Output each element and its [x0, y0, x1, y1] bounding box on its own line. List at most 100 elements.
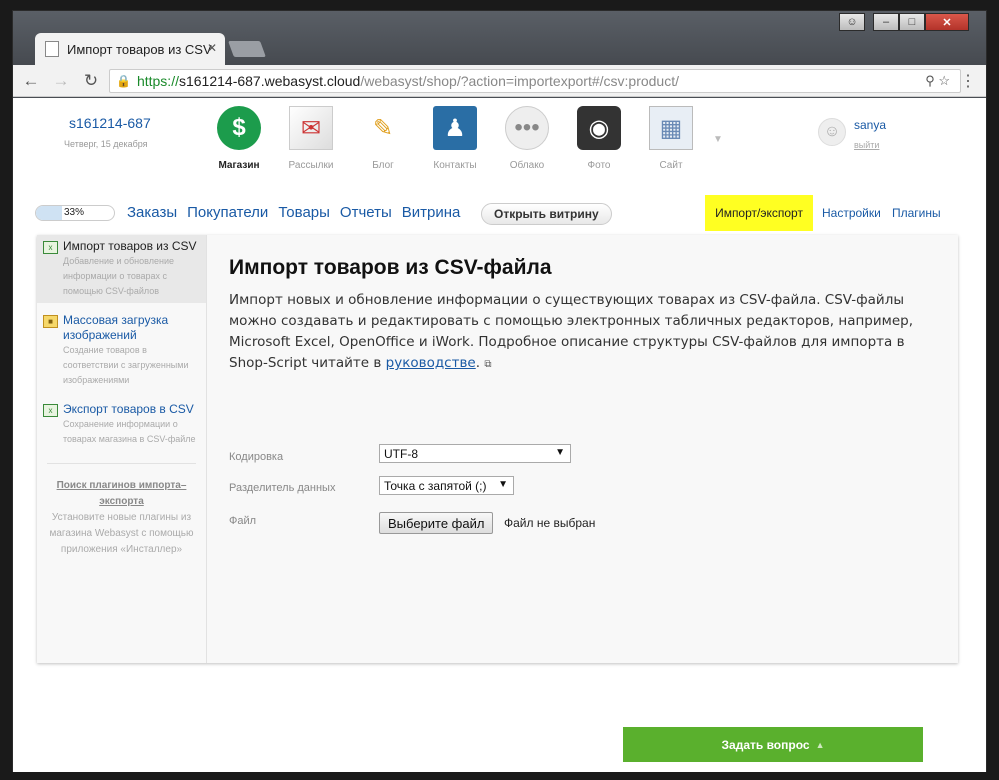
encoding-label: Кодировка: [229, 451, 284, 463]
url-scheme: https://: [136, 73, 179, 89]
plugin-search-text: Установите новые плагины из магазина Web…: [49, 512, 194, 555]
page-description: Импорт новых и обновление информации о с…: [229, 290, 929, 375]
app-mailer[interactable]: ✉ Рассылки: [275, 106, 347, 171]
open-storefront-button[interactable]: Открыть витрину: [481, 203, 612, 225]
back-icon[interactable]: ←: [19, 71, 43, 91]
sidebar-item-csv-export[interactable]: x Экспорт товаров в CSV Сохранение инфор…: [37, 398, 206, 451]
ask-question-label: Задать вопрос: [721, 737, 810, 752]
separator-select[interactable]: Точка с запятой (;) ▼: [379, 476, 514, 495]
file-status: Файл не выбран: [504, 516, 596, 530]
sidebar-item-title: Массовая загрузка изображений: [63, 313, 169, 342]
sidebar-item-title: Импорт товаров из CSV: [63, 239, 197, 253]
dollar-icon: $: [217, 106, 261, 150]
app-label: Рассылки: [288, 160, 334, 171]
external-link-icon: ⧉: [484, 359, 492, 370]
sidebar-item-desc: Добавление и обновление информации о тов…: [63, 256, 174, 296]
app-contacts[interactable]: ♟ Контакты: [419, 106, 491, 171]
ask-question-button[interactable]: Задать вопрос ▲: [623, 727, 923, 762]
sidebar-divider: [47, 463, 196, 464]
address-bar[interactable]: 🔒 https://s161214-687.webasyst.cloud/web…: [109, 69, 961, 93]
file-label: Файл: [229, 515, 257, 527]
images-icon: ■: [43, 315, 58, 328]
avatar[interactable]: ☺: [818, 118, 846, 146]
sidebar-item-desc: Создание товаров в соответствии с загруж…: [63, 345, 189, 385]
sidebar-item-desc: Сохранение информации о товарах магазина…: [63, 419, 196, 444]
app-label: Контакты: [433, 160, 477, 171]
bookmark-star-icon[interactable]: ⚲ ☆: [925, 73, 950, 89]
settings-link[interactable]: Настройки: [822, 206, 881, 220]
nav-reports[interactable]: Отчеты: [340, 204, 392, 221]
app-blog[interactable]: ✎ Блог: [347, 106, 419, 172]
close-window-icon[interactable]: ✕: [925, 13, 969, 31]
main-nav: Заказы Покупатели Товары Отчеты Витрина: [127, 204, 460, 221]
app-bar: $ Магазин ✉ Рассылки ✎ Блог ♟ Контакты •…: [203, 106, 707, 171]
nav-storefront[interactable]: Витрина: [402, 204, 461, 221]
more-apps-chevron-icon[interactable]: ▼: [713, 134, 723, 145]
browser-menu-icon[interactable]: ⋮: [960, 71, 976, 91]
profile-icon[interactable]: ☺: [839, 13, 865, 31]
app-label: Фото: [587, 160, 611, 171]
url-path: /webasyst/shop/?action=importexport#/csv…: [360, 73, 679, 89]
dropdown-arrow-icon: ▼: [498, 479, 508, 490]
encoding-select[interactable]: UTF-8 ▼: [379, 444, 571, 463]
cloud-icon: •••: [505, 106, 549, 150]
sidebar-item-csv-import[interactable]: x Импорт товаров из CSV Добавление и обн…: [37, 235, 206, 303]
title-bar: ☺ – □ ✕ Импорт товаров из CSV ✕: [13, 11, 986, 65]
camera-icon: ◉: [577, 106, 621, 150]
current-date: Четверг, 15 декабря: [64, 139, 148, 149]
mailer-icon: ✉: [289, 106, 333, 150]
sidebar-item-image-upload[interactable]: ■ Массовая загрузка изображений Создание…: [37, 309, 206, 392]
contacts-icon: ♟: [433, 106, 477, 150]
import-export-sidebar: x Импорт товаров из CSV Добавление и обн…: [37, 235, 207, 663]
pencil-icon: ✎: [372, 114, 394, 142]
nav-customers[interactable]: Покупатели: [187, 204, 268, 221]
tab-title: Импорт товаров из CSV: [67, 41, 212, 57]
app-shop[interactable]: $ Магазин: [203, 106, 275, 171]
csv-file-icon: x: [43, 241, 58, 254]
user-name[interactable]: sanya: [854, 118, 886, 132]
import-export-tab[interactable]: Импорт/экспорт: [705, 195, 813, 231]
screen: ☺ – □ ✕ Импорт товаров из CSV ✕ ← → ↻ 🔒 …: [0, 0, 999, 780]
nav-orders[interactable]: Заказы: [127, 204, 177, 221]
tab-close-icon[interactable]: ✕: [207, 41, 217, 55]
chevron-up-icon: ▲: [815, 739, 825, 750]
plugin-search-link[interactable]: Поиск плагинов импорта–экспорта: [47, 478, 196, 510]
nav-products[interactable]: Товары: [278, 204, 330, 221]
setup-progress-bar[interactable]: 33%: [35, 205, 115, 221]
page-favicon-icon: [45, 41, 59, 57]
reload-icon[interactable]: ↻: [79, 71, 103, 91]
maximize-icon[interactable]: □: [899, 13, 925, 31]
logout-link[interactable]: выйти: [854, 140, 879, 150]
page-title: Импорт товаров из CSV-файла: [229, 256, 552, 279]
shop-name[interactable]: s161214-687: [69, 115, 151, 131]
app-cloud[interactable]: ••• Облако: [491, 106, 563, 171]
new-tab-button[interactable]: [228, 41, 266, 57]
app-label: Сайт: [659, 160, 683, 171]
site-icon: ▦: [649, 106, 693, 150]
app-label: Блог: [372, 160, 394, 171]
dropdown-arrow-icon: ▼: [555, 447, 565, 458]
forward-icon[interactable]: →: [49, 71, 73, 91]
url-host: s161214-687.webasyst.cloud: [178, 73, 361, 89]
lock-icon: 🔒: [116, 74, 131, 88]
plugins-link[interactable]: Плагины: [892, 206, 941, 220]
choose-file-button[interactable]: Выберите файл: [379, 512, 494, 534]
browser-window: ☺ – □ ✕ Импорт товаров из CSV ✕ ← → ↻ 🔒 …: [12, 10, 987, 772]
app-site[interactable]: ▦ Сайт: [635, 106, 707, 171]
plugin-search-block: Поиск плагинов импорта–экспорта Установи…: [37, 478, 206, 558]
browser-tab[interactable]: Импорт товаров из CSV ✕: [35, 33, 225, 65]
csv-file-icon: x: [43, 404, 58, 417]
manual-link[interactable]: руководстве: [386, 355, 476, 371]
content-card: x Импорт товаров из CSV Добавление и обн…: [37, 235, 958, 663]
webasyst-page: s161214-687 Четверг, 15 декабря $ Магази…: [13, 98, 986, 772]
sidebar-item-title: Экспорт товаров в CSV: [63, 402, 194, 416]
progress-fill: [36, 206, 62, 220]
separator-label: Разделитель данных: [229, 482, 336, 494]
encoding-value: UTF-8: [384, 446, 418, 461]
browser-toolbar: ← → ↻ 🔒 https://s161214-687.webasyst.clo…: [13, 65, 986, 97]
app-photos[interactable]: ◉ Фото: [563, 106, 635, 171]
separator-value: Точка с запятой (;): [384, 478, 487, 493]
app-label: Облако: [509, 160, 545, 171]
description-end: .: [475, 355, 481, 371]
minimize-icon[interactable]: –: [873, 13, 899, 31]
